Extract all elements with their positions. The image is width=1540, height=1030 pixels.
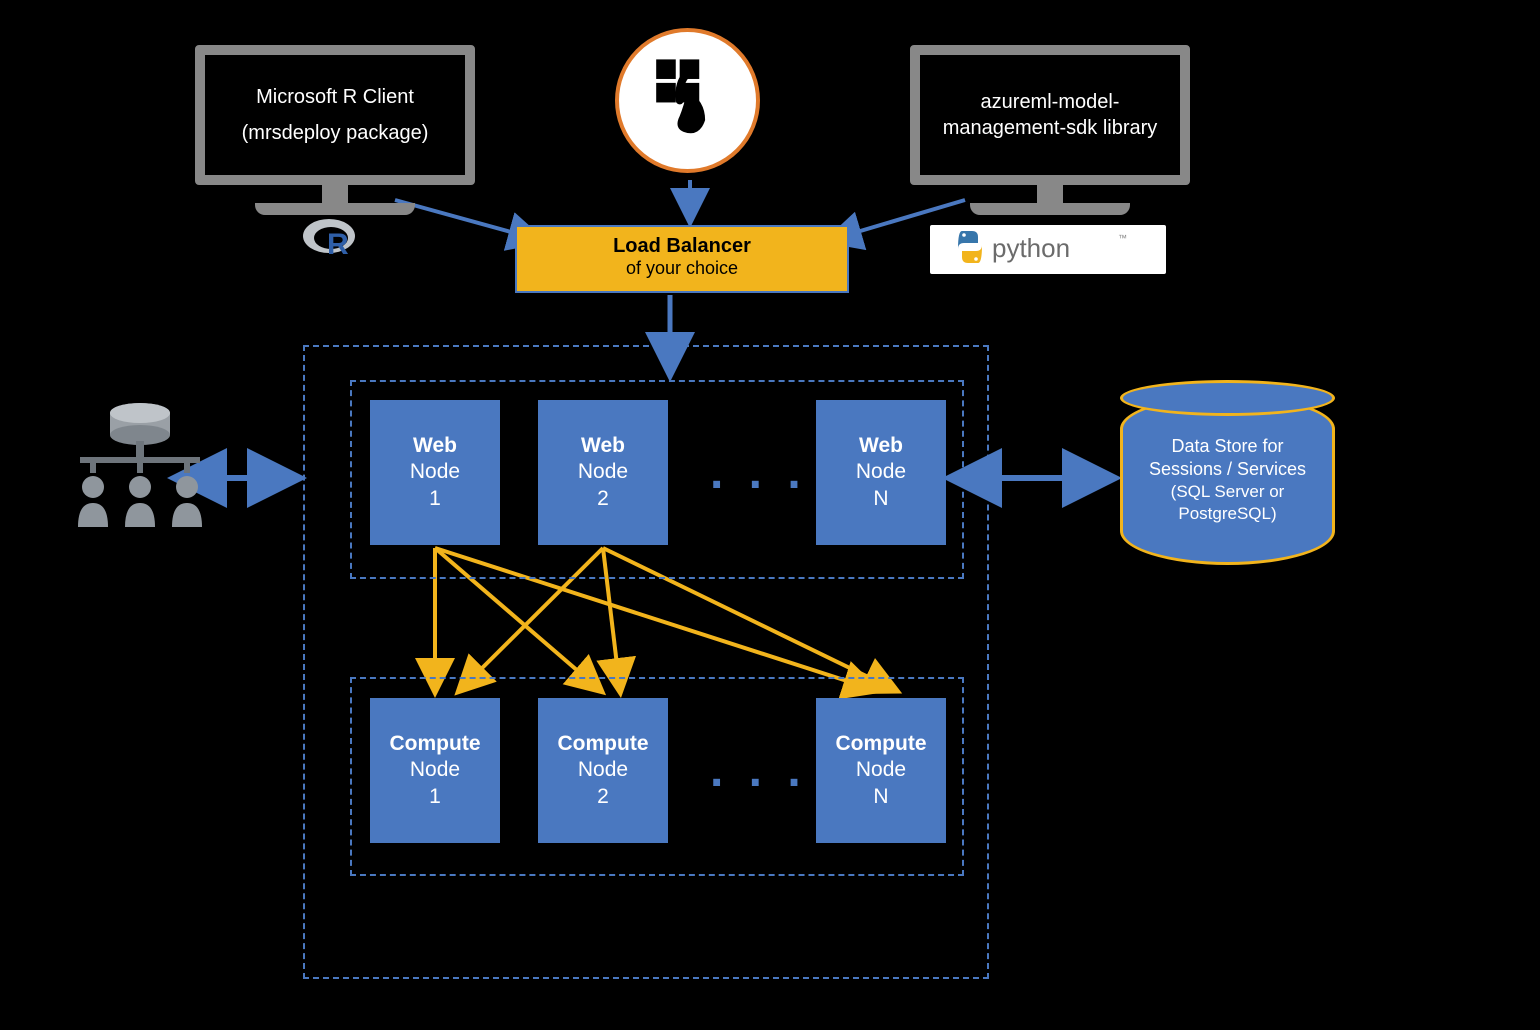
node-title: Compute bbox=[558, 731, 649, 757]
compute-node-2: Compute Node 2 bbox=[538, 698, 668, 843]
node-title: Web bbox=[413, 433, 457, 459]
datastore-line2: Sessions / Services bbox=[1149, 458, 1306, 481]
data-store: Data Store for Sessions / Services (SQL … bbox=[1120, 395, 1335, 565]
directory-users-icon bbox=[60, 395, 220, 550]
node-id: N bbox=[873, 784, 888, 810]
python-client-monitor: azureml-model-management-sdk library bbox=[910, 45, 1190, 215]
compute-ellipsis: . . . bbox=[710, 743, 807, 798]
web-node-2: Web Node 2 bbox=[538, 400, 668, 545]
node-sub: Node bbox=[410, 757, 460, 783]
svg-text:python: python bbox=[992, 233, 1070, 263]
compute-node-n: Compute Node N bbox=[816, 698, 946, 843]
datastore-line4: PostgreSQL) bbox=[1178, 503, 1276, 525]
r-client-subtitle: (mrsdeploy package) bbox=[242, 120, 429, 146]
node-title: Web bbox=[581, 433, 625, 459]
compute-node-1: Compute Node 1 bbox=[370, 698, 500, 843]
load-balancer-title: Load Balancer bbox=[527, 235, 837, 258]
apps-icon bbox=[615, 28, 760, 173]
node-sub: Node bbox=[410, 459, 460, 485]
apps-label: Apps bbox=[775, 60, 840, 91]
node-sub: Node bbox=[578, 757, 628, 783]
node-sub: Node bbox=[856, 459, 906, 485]
node-sub: Node bbox=[856, 757, 906, 783]
node-sub: Node bbox=[578, 459, 628, 485]
node-title: Compute bbox=[836, 731, 927, 757]
load-balancer: Load Balancer of your choice bbox=[515, 225, 849, 293]
svg-text:™: ™ bbox=[1118, 233, 1127, 243]
node-id: 1 bbox=[429, 486, 441, 512]
node-id: N bbox=[873, 486, 888, 512]
node-title: Compute bbox=[390, 731, 481, 757]
r-client-monitor: Microsoft R Client (mrsdeploy package) bbox=[195, 45, 475, 215]
r-logo-icon: R bbox=[283, 210, 359, 264]
web-ellipsis: . . . bbox=[710, 445, 807, 500]
node-id: 1 bbox=[429, 784, 441, 810]
python-client-title: azureml-model-management-sdk library bbox=[920, 89, 1180, 141]
r-client-title: Microsoft R Client bbox=[256, 84, 414, 110]
node-id: 2 bbox=[597, 784, 609, 810]
web-node-n: Web Node N bbox=[816, 400, 946, 545]
python-logo-icon: python ™ bbox=[930, 225, 1166, 274]
node-title: Web bbox=[859, 433, 903, 459]
datastore-line1: Data Store for bbox=[1171, 435, 1283, 458]
load-balancer-subtitle: of your choice bbox=[527, 258, 837, 279]
datastore-line3: (SQL Server or bbox=[1171, 481, 1285, 503]
node-id: 2 bbox=[597, 486, 609, 512]
svg-text:R: R bbox=[327, 228, 349, 261]
web-node-1: Web Node 1 bbox=[370, 400, 500, 545]
